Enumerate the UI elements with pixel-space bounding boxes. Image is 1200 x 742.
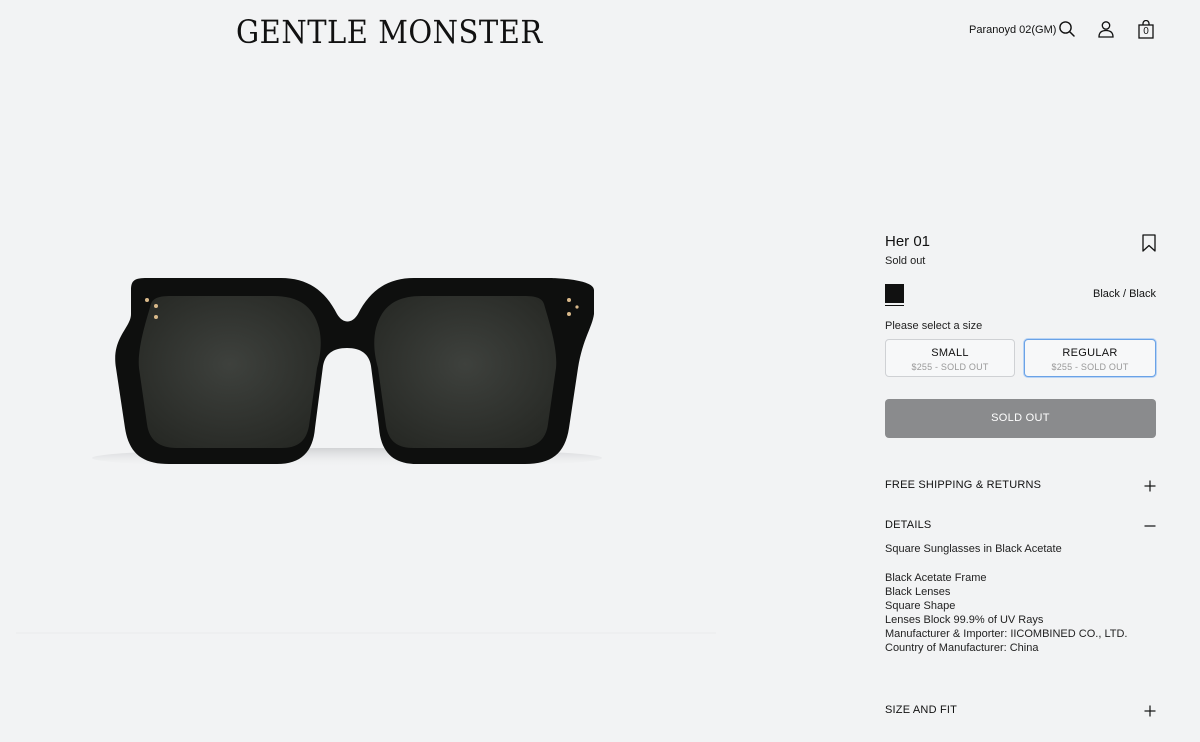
availability-status: Sold out bbox=[885, 255, 926, 267]
bookmark-icon[interactable] bbox=[1141, 234, 1157, 252]
size-option-small[interactable]: SMALL $255 - SOLD OUT bbox=[885, 339, 1015, 377]
accordion-label: DETAILS bbox=[885, 519, 932, 531]
account-icon[interactable] bbox=[1097, 20, 1117, 40]
search-icon[interactable] bbox=[1058, 20, 1078, 40]
cart-count-badge: 0 bbox=[1143, 26, 1149, 37]
product-title: Her 01 bbox=[885, 233, 931, 250]
minus-icon[interactable] bbox=[1144, 519, 1156, 531]
accordion-shipping-returns[interactable]: FREE SHIPPING & RETURNS bbox=[885, 476, 1156, 496]
plus-icon[interactable] bbox=[1144, 704, 1156, 717]
list-item: Black Acetate Frame bbox=[885, 572, 987, 584]
list-item: Country of Manufacturer: China bbox=[885, 642, 1039, 654]
color-swatch-black[interactable] bbox=[885, 284, 904, 303]
list-item: Black Lenses bbox=[885, 586, 951, 598]
gallery-divider bbox=[16, 632, 716, 634]
list-item: Square Shape bbox=[885, 600, 956, 612]
list-item: Lenses Block 99.9% of UV Rays bbox=[885, 614, 1044, 626]
size-name: REGULAR bbox=[1062, 347, 1118, 359]
accordion-label: FREE SHIPPING & RETURNS bbox=[885, 479, 1042, 491]
selected-color-label: Black / Black bbox=[1093, 288, 1156, 300]
shopping-bag-icon[interactable]: 0 bbox=[1138, 20, 1158, 40]
sold-out-button[interactable]: SOLD OUT bbox=[885, 399, 1156, 438]
accordion-details[interactable]: DETAILS bbox=[885, 516, 1156, 536]
size-price-status: $255 - SOLD OUT bbox=[1051, 362, 1129, 372]
details-description: Square Sunglasses in Black Acetate bbox=[885, 543, 1062, 555]
accordion-size-and-fit[interactable]: SIZE AND FIT bbox=[885, 701, 1156, 721]
details-list: Black Acetate Frame Black Lenses Square … bbox=[885, 571, 1127, 655]
plus-icon[interactable] bbox=[1144, 479, 1156, 492]
swatch-selected-indicator bbox=[885, 305, 904, 306]
brand-logo[interactable]: GENTLE MONSTER bbox=[236, 14, 543, 51]
store-selector[interactable]: Paranoyd 02(GM) bbox=[969, 24, 1056, 36]
size-price-status: $255 - SOLD OUT bbox=[911, 362, 989, 372]
product-image[interactable] bbox=[85, 218, 610, 488]
size-option-regular[interactable]: REGULAR $255 - SOLD OUT bbox=[1024, 339, 1156, 377]
size-prompt: Please select a size bbox=[885, 320, 983, 332]
accordion-label: SIZE AND FIT bbox=[885, 704, 958, 716]
size-name: SMALL bbox=[931, 347, 969, 359]
list-item: Manufacturer & Importer: IICOMBINED CO.,… bbox=[885, 628, 1128, 640]
